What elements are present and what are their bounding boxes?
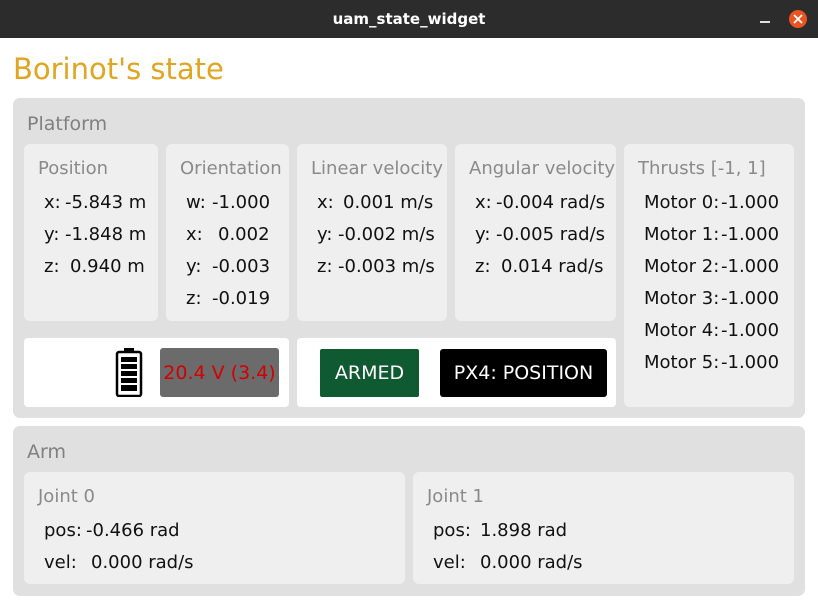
position-z-label: z: (44, 256, 60, 277)
joint-0-pos-label: pos: (44, 520, 82, 541)
linear-velocity-title: Linear velocity (311, 158, 444, 179)
position-y-value: -1.848 m (65, 224, 147, 245)
orientation-y-value: -0.003 (212, 256, 271, 277)
position-x-label: x: (44, 192, 61, 213)
joint-0-title: Joint 0 (38, 486, 95, 507)
motor-3-value: -1.000 (721, 288, 780, 309)
linear-velocity-x-label: x: (317, 192, 334, 213)
angular-velocity-y-value: -0.005 rad/s (496, 224, 606, 245)
motor-4-label: Motor 4: (644, 320, 720, 341)
motor-2-value: -1.000 (721, 256, 780, 277)
angular-velocity-x-value: -0.004 rad/s (496, 192, 606, 213)
linear-velocity-z-value: -0.003 m/s (338, 256, 435, 277)
minimize-icon[interactable] (756, 12, 776, 26)
joint-1-title: Joint 1 (427, 486, 484, 507)
joint-0-vel-label: vel: (44, 552, 77, 573)
window-titlebar: uam_state_widget (0, 0, 818, 38)
close-icon[interactable] (789, 10, 807, 28)
position-title: Position (38, 158, 109, 179)
joint-1-vel-label: vel: (433, 552, 466, 573)
angular-velocity-y-label: y: (475, 224, 491, 245)
thrusts-title: Thrusts [-1, 1] (638, 158, 766, 179)
orientation-z-label: z: (186, 288, 202, 309)
orientation-y-label: y: (186, 256, 202, 277)
linear-velocity-z-label: z: (317, 256, 333, 277)
window-title: uam_state_widget (332, 10, 486, 28)
motor-5-value: -1.000 (721, 352, 780, 373)
armed-status-badge: ARMED (320, 349, 419, 397)
joint-1-pos-value: 1.898 rad (480, 520, 568, 541)
arm-title: Arm (27, 441, 66, 463)
joint-1-vel-value: 0.000 rad/s (480, 552, 583, 573)
linear-velocity-y-label: y: (317, 224, 333, 245)
orientation-x-value: 0.002 (218, 224, 270, 245)
platform-title: Platform (27, 113, 108, 135)
motor-2-label: Motor 2: (644, 256, 720, 277)
position-y-label: y: (44, 224, 60, 245)
angular-velocity-z-label: z: (475, 256, 491, 277)
motor-0-value: -1.000 (721, 192, 780, 213)
angular-velocity-title: Angular velocity (469, 158, 616, 179)
position-z-value: 0.940 m (70, 256, 145, 277)
page-title: Borinot's state (13, 52, 224, 86)
joint-0-pos-value: -0.466 rad (86, 520, 180, 541)
angular-velocity-x-label: x: (475, 192, 492, 213)
motor-4-value: -1.000 (721, 320, 780, 341)
joint-1-pos-label: pos: (433, 520, 471, 541)
linear-velocity-y-value: -0.002 m/s (338, 224, 435, 245)
position-x-value: -5.843 m (65, 192, 147, 213)
motor-5-label: Motor 5: (644, 352, 720, 373)
motor-1-value: -1.000 (721, 224, 780, 245)
motor-0-label: Motor 0: (644, 192, 720, 213)
orientation-title: Orientation (180, 158, 282, 179)
flight-mode-badge: PX4: POSITION (440, 349, 607, 397)
joint-0-vel-value: 0.000 rad/s (91, 552, 194, 573)
battery-icon (115, 347, 143, 398)
linear-velocity-x-value: 0.001 m/s (343, 192, 434, 213)
angular-velocity-z-value: 0.014 rad/s (501, 256, 604, 277)
motor-1-label: Motor 1: (644, 224, 720, 245)
battery-voltage: 20.4 V (3.4) (160, 348, 279, 397)
orientation-z-value: -0.019 (212, 288, 271, 309)
orientation-w-value: -1.000 (212, 192, 271, 213)
orientation-w-label: w: (186, 192, 206, 213)
motor-3-label: Motor 3: (644, 288, 720, 309)
orientation-x-label: x: (186, 224, 203, 245)
